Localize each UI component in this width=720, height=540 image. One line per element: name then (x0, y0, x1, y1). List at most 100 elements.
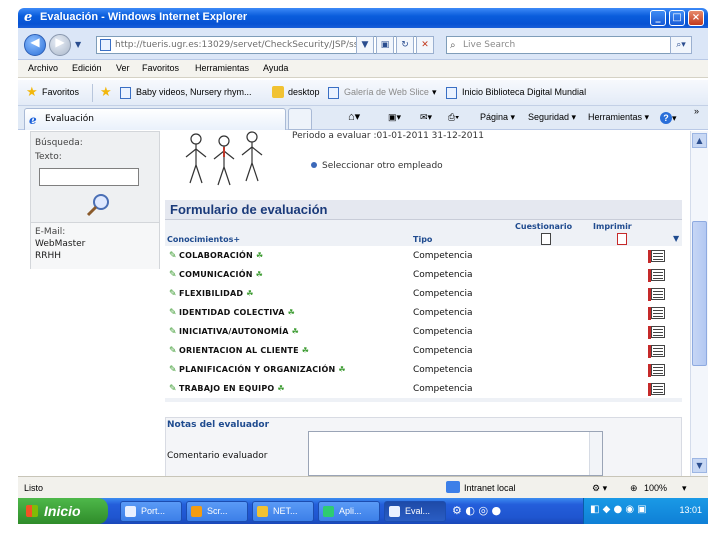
page-scrollbar[interactable]: ▲ ▼ (690, 131, 708, 476)
form-icon[interactable] (648, 383, 665, 396)
favorite-link-baby-videos[interactable]: Baby videos, Nursery rhym... (136, 87, 252, 97)
minimize-button[interactable]: _ (650, 10, 666, 26)
more-commands-button[interactable]: » (694, 106, 699, 116)
form-icon[interactable] (648, 288, 665, 301)
rrhh-link[interactable]: RRHH (35, 251, 61, 261)
competency-name[interactable]: ORIENTACION AL CLIENTE ☘ (179, 346, 309, 355)
status-text: Listo (24, 483, 44, 493)
feeds-icon[interactable]: ▣▾ (388, 112, 401, 123)
page-icon (446, 87, 457, 99)
protected-mode-icon[interactable]: ⚙ ▾ (592, 483, 607, 494)
favorite-link-desktop[interactable]: desktop (288, 87, 320, 97)
table-row: ✎ ORIENTACION AL CLIENTE ☘ Competencia (165, 342, 682, 361)
maximize-button[interactable]: □ (669, 10, 685, 26)
form-icon[interactable] (648, 326, 665, 339)
email-heading: E-Mail: (35, 227, 66, 237)
app-icon (323, 506, 334, 517)
evaluation-period: Periodo a evaluar :01-01-2011 31-12-2011 (292, 131, 484, 141)
column-print: Imprimir (593, 222, 632, 231)
competency-name[interactable]: COLABORACIÓN ☘ (179, 251, 263, 260)
competency-name[interactable]: TRABAJO EN EQUIPO ☘ (179, 384, 285, 393)
windows-flag-icon (26, 505, 38, 517)
leaf-icon: ✎ (169, 308, 177, 318)
new-tab-button[interactable] (288, 108, 312, 130)
taskbar-button-scr[interactable]: Scr... (186, 501, 248, 522)
taskbar-button-net[interactable]: NET... (252, 501, 314, 522)
menu-ver[interactable]: Ver (116, 63, 130, 73)
form-icon[interactable] (648, 345, 665, 358)
textarea-scrollbar[interactable] (589, 432, 602, 475)
scroll-down-icon[interactable]: ▼ (692, 458, 707, 473)
forward-button[interactable]: ▶ (49, 34, 71, 56)
zoom-icon[interactable]: ⊕ (630, 483, 638, 494)
scroll-thumb[interactable] (692, 221, 707, 366)
favorite-link-web-slice-gallery[interactable]: Galería de Web Slice (344, 87, 429, 97)
search-icon: ⌕ (450, 40, 456, 51)
search-text-input[interactable] (39, 168, 139, 186)
magnifier-search-icon[interactable] (85, 192, 111, 218)
competency-name[interactable]: COMUNICACIÓN ☘ (179, 270, 263, 279)
search-heading: Búsqueda: (35, 138, 83, 148)
sort-arrow-icon[interactable]: ▼ (673, 234, 679, 243)
competency-name[interactable]: IDENTIDAD COLECTIVA ☘ (179, 308, 295, 317)
taskbar: Inicio Port... Scr... NET... Apli... Eva… (18, 498, 708, 524)
competency-name[interactable]: FLEXIBILIDAD ☘ (179, 289, 254, 298)
form-icon[interactable] (648, 269, 665, 282)
menu-favoritos[interactable]: Favoritos (142, 63, 179, 73)
menu-edicion[interactable]: Edición (72, 63, 102, 73)
menu-ayuda[interactable]: Ayuda (263, 63, 288, 73)
form-icon[interactable] (648, 307, 665, 320)
add-favorite-icon[interactable]: ★ (100, 85, 112, 100)
search-button[interactable]: ⌕▾ (670, 36, 692, 54)
leaf-icon: ✎ (169, 289, 177, 299)
favorites-button[interactable]: Favoritos (42, 87, 79, 97)
competency-type: Competencia (413, 346, 473, 356)
bullet-icon (311, 162, 317, 168)
menu-archivo[interactable]: Archivo (28, 63, 58, 73)
scroll-up-icon[interactable]: ▲ (692, 133, 707, 148)
print-icon[interactable]: ⎙▾ (448, 112, 459, 123)
home-icon[interactable]: ⌂▾ (348, 110, 360, 123)
window-title: Evaluación - Windows Internet Explorer (40, 11, 248, 23)
page-icon (328, 87, 339, 99)
column-knowledge[interactable]: Conocimientos+ (167, 235, 240, 244)
tools-menu[interactable]: Herramientas ▾ (588, 112, 649, 123)
tab-evaluacion[interactable]: e Evaluación (24, 108, 286, 130)
favorite-link-world-digital-library[interactable]: Inicio Biblioteca Digital Mundial (462, 87, 586, 97)
form-icon[interactable] (648, 364, 665, 377)
quick-launch-icons[interactable]: ⚙ ◐ ◎ ● (452, 504, 501, 517)
pdf-icon[interactable] (617, 233, 627, 245)
page-menu[interactable]: Página ▾ (480, 112, 515, 123)
table-row: ✎ PLANIFICACIÓN Y ORGANIZACIÓN ☘ Compete… (165, 361, 682, 380)
mail-icon[interactable]: ✉▾ (420, 112, 432, 123)
tray-icons[interactable]: ◧ ◆ ● ◉ ▣ (590, 504, 647, 515)
taskbar-button-port[interactable]: Port... (120, 501, 182, 522)
search-input[interactable]: ⌕ Live Search (446, 36, 688, 54)
zoom-dropdown-icon[interactable]: ▾ (682, 483, 687, 494)
menu-herramientas[interactable]: Herramientas (195, 63, 249, 73)
select-other-employee-link[interactable]: Seleccionar otro empleado (322, 161, 443, 171)
form-icon[interactable] (648, 250, 665, 263)
taskbar-button-evaluacion[interactable]: Eval... (384, 501, 446, 522)
competency-name[interactable]: PLANIFICACIÓN Y ORGANIZACIÓN ☘ (179, 365, 346, 374)
column-type: Tipo (413, 235, 433, 244)
back-button[interactable]: ◀ (24, 34, 46, 56)
questionnaire-icon[interactable] (541, 233, 551, 245)
zoom-level[interactable]: 100% (644, 483, 667, 493)
webmaster-link[interactable]: WebMaster (35, 239, 85, 249)
form-title: Formulario de evaluación (170, 202, 328, 217)
favorites-star-icon: ★ (26, 85, 38, 100)
security-menu[interactable]: Seguridad ▾ (528, 112, 576, 123)
evaluator-comment-textarea[interactable] (308, 431, 603, 476)
taskbar-button-apli[interactable]: Apli... (318, 501, 380, 522)
stop-button[interactable]: ✕ (416, 36, 434, 54)
close-button[interactable]: × (688, 10, 704, 26)
competency-name[interactable]: INICIATIVA/AUTONOMÍA ☘ (179, 327, 299, 336)
start-button[interactable]: Inicio (18, 498, 108, 524)
compatibility-view-button[interactable]: ▣ (376, 36, 394, 54)
refresh-button[interactable]: ↻ (396, 36, 414, 54)
history-dropdown-icon[interactable]: ▼ (75, 40, 81, 49)
address-dropdown-button[interactable]: ▼ (356, 36, 374, 54)
help-icon[interactable]: ? ▾ (660, 112, 677, 124)
chevron-down-icon[interactable]: ▾ (432, 87, 437, 98)
